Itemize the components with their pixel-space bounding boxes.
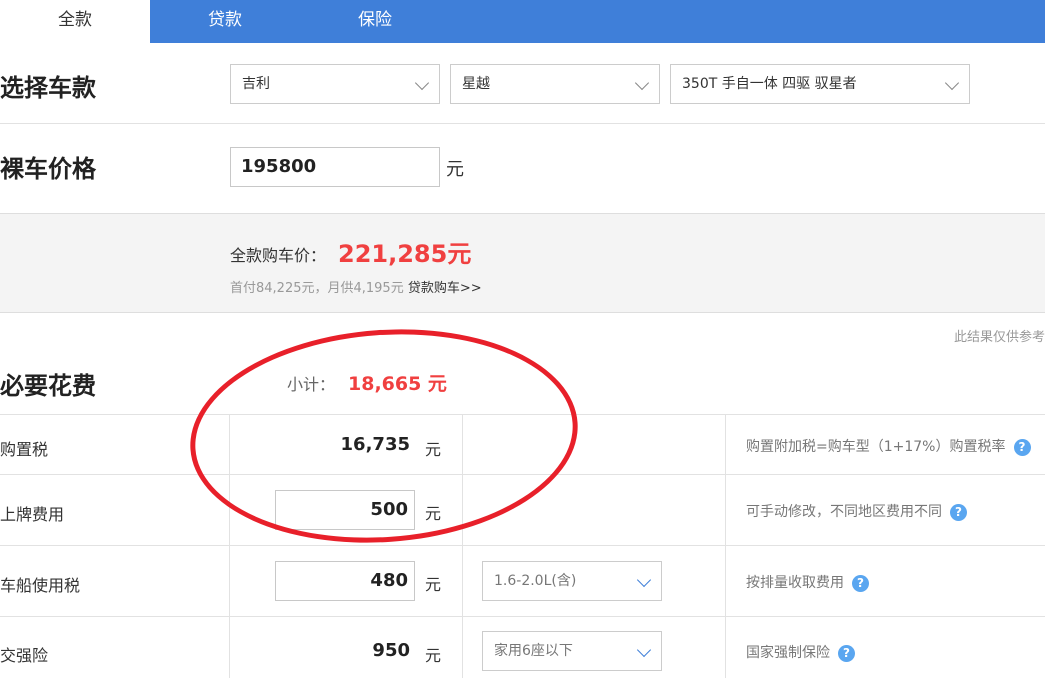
chevron-down-icon [944, 75, 960, 91]
vehicle-tax-label: 车船使用税 [0, 576, 81, 595]
vehicle-tax-input[interactable]: 480 [275, 561, 415, 601]
purchase-tax-value: 16,735 [340, 434, 410, 455]
purchase-tax-label: 购置税 [0, 440, 49, 459]
total-price-label: 全款购车价： [230, 246, 327, 265]
trim-select[interactable]: 350T 手自一体 四驱 驭星者 [670, 64, 970, 104]
help-icon[interactable]: ? [838, 644, 855, 662]
subtotal-value: 18,665 元 [348, 373, 447, 395]
unit-label: 元 [425, 575, 442, 594]
compulsory-insurance-value: 950 [372, 640, 410, 661]
base-price-unit: 元 [446, 159, 464, 180]
divider [229, 414, 230, 678]
tab-loan[interactable]: 贷款 [150, 0, 300, 43]
registration-fee-input[interactable]: 500 [275, 490, 415, 530]
divider [0, 414, 1045, 415]
chevron-down-icon [636, 642, 652, 658]
chevron-down-icon [636, 572, 652, 588]
help-icon[interactable]: ? [950, 503, 967, 521]
loan-purchase-link[interactable]: 贷款购车>> [408, 281, 482, 296]
unit-label: 元 [425, 646, 442, 665]
compulsory-insurance-label: 交强险 [0, 646, 49, 665]
unit-label: 元 [425, 440, 442, 459]
brand-select-value: 吉利 [242, 76, 270, 92]
displacement-select[interactable]: 1.6-2.0L(含) [482, 561, 662, 601]
purchase-tax-desc: 购置附加税=购车型（1+17%）购置税率? [746, 436, 1031, 456]
tab-full-payment[interactable]: 全款 [0, 0, 150, 43]
divider [0, 616, 1045, 617]
trim-select-value: 350T 手自一体 四驱 驭星者 [682, 76, 857, 92]
chevron-down-icon [634, 75, 650, 91]
base-price-input[interactable]: 195800 [230, 147, 440, 187]
divider [725, 414, 726, 678]
total-price-value: 221,285元 [338, 240, 472, 268]
unit-label: 元 [425, 504, 442, 523]
disclaimer-note: 此结果仅供参考 [953, 330, 1045, 345]
vehicle-tax-desc: 按排量收取费用? [746, 572, 869, 592]
divider [0, 123, 1045, 124]
help-icon[interactable]: ? [1013, 438, 1031, 456]
registration-fee-desc-text: 可手动修改，不同地区费用不同 [746, 504, 942, 520]
chevron-down-icon [414, 75, 430, 91]
subtotal-label: 小计： [287, 375, 336, 394]
base-price-heading: 裸车价格 [0, 155, 96, 183]
seat-type-select-value: 家用6座以下 [494, 643, 573, 659]
vehicle-tax-desc-text: 按排量收取费用 [746, 575, 844, 591]
loan-summary: 首付84,225元，月供4,195元 贷款购车>> [230, 277, 482, 296]
divider [462, 414, 463, 678]
registration-fee-label: 上牌费用 [0, 505, 65, 524]
select-model-heading: 选择车款 [0, 74, 96, 102]
loan-summary-text: 首付84,225元，月供4,195元 [230, 281, 404, 296]
registration-fee-desc: 可手动修改，不同地区费用不同? [746, 501, 967, 521]
price-summary-band [0, 213, 1045, 313]
purchase-tax-desc-text: 购置附加税=购车型（1+17%）购置税率 [746, 439, 1006, 455]
tab-bar: 全款 贷款 保险 [0, 0, 1045, 43]
displacement-select-value: 1.6-2.0L(含) [494, 573, 577, 589]
seat-type-select[interactable]: 家用6座以下 [482, 631, 662, 671]
compulsory-insurance-desc-text: 国家强制保险 [746, 645, 830, 661]
divider [0, 474, 1045, 475]
compulsory-insurance-desc: 国家强制保险? [746, 642, 855, 662]
series-select-value: 星越 [462, 76, 490, 92]
divider [0, 545, 1045, 546]
series-select[interactable]: 星越 [450, 64, 660, 104]
brand-select[interactable]: 吉利 [230, 64, 440, 104]
required-costs-heading: 必要花费 [0, 372, 96, 400]
help-icon[interactable]: ? [852, 574, 869, 592]
tab-insurance[interactable]: 保险 [300, 0, 450, 43]
